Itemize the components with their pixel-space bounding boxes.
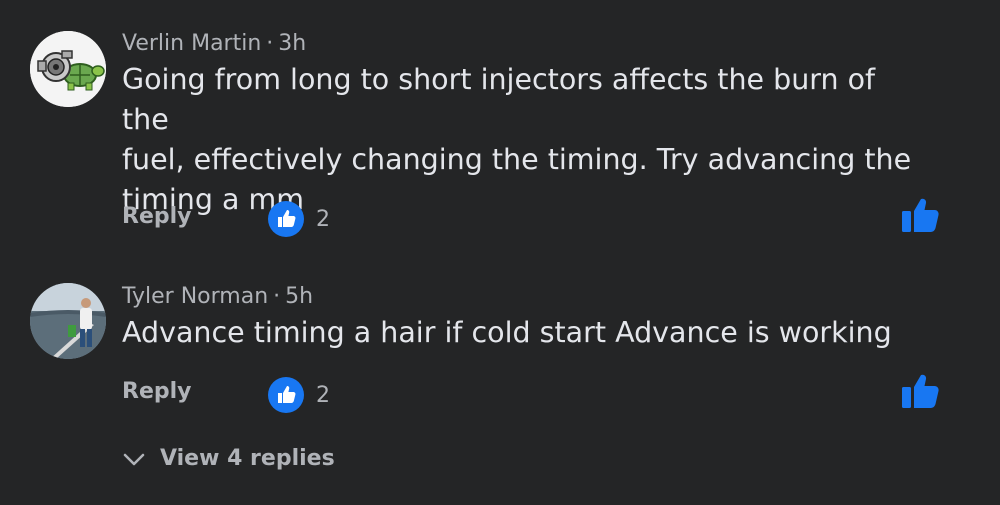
- timestamp[interactable]: 5h: [285, 284, 313, 309]
- reply-button[interactable]: Reply: [122, 379, 192, 404]
- comment-text: Going from long to short injectors affec…: [122, 60, 922, 220]
- comment-text-line: timing a mm: [122, 183, 305, 216]
- separator-dot: ·: [266, 31, 274, 56]
- reply-button[interactable]: Reply: [122, 204, 192, 229]
- like-count: 2: [316, 382, 330, 408]
- thumbs-up-icon: [902, 374, 939, 408]
- timestamp[interactable]: 3h: [278, 31, 306, 56]
- reaction-summary[interactable]: 2: [268, 377, 330, 413]
- like-reaction-icon: [268, 201, 304, 237]
- reaction-summary[interactable]: 2: [268, 201, 330, 237]
- author-name[interactable]: Verlin Martin: [122, 31, 261, 56]
- like-count: 2: [316, 206, 330, 232]
- chevron-down-icon: [123, 453, 145, 465]
- comment-meta: Verlin Martin · 3h: [122, 31, 306, 56]
- separator-dot: ·: [273, 284, 281, 309]
- person-on-dock-avatar-icon: [30, 283, 106, 359]
- like-button[interactable]: [900, 196, 942, 232]
- comment-text-line: Going from long to short injectors affec…: [122, 63, 876, 136]
- comment-text-line: Advance timing a hair if cold start Adva…: [122, 316, 892, 349]
- thumbs-up-icon: [902, 198, 939, 232]
- author-name[interactable]: Tyler Norman: [122, 284, 268, 309]
- avatar[interactable]: [30, 31, 106, 107]
- like-reaction-icon: [268, 377, 304, 413]
- comment-text: Advance timing a hair if cold start Adva…: [122, 313, 922, 353]
- comment-text-line: fuel, effectively changing the timing. T…: [122, 143, 912, 176]
- view-replies-label: View 4 replies: [160, 446, 335, 471]
- comment-meta: Tyler Norman · 5h: [122, 284, 313, 309]
- view-replies-button[interactable]: View 4 replies: [122, 446, 335, 471]
- avatar[interactable]: [30, 283, 106, 359]
- like-button[interactable]: [900, 372, 942, 408]
- turtle-turbo-avatar-icon: [30, 31, 106, 107]
